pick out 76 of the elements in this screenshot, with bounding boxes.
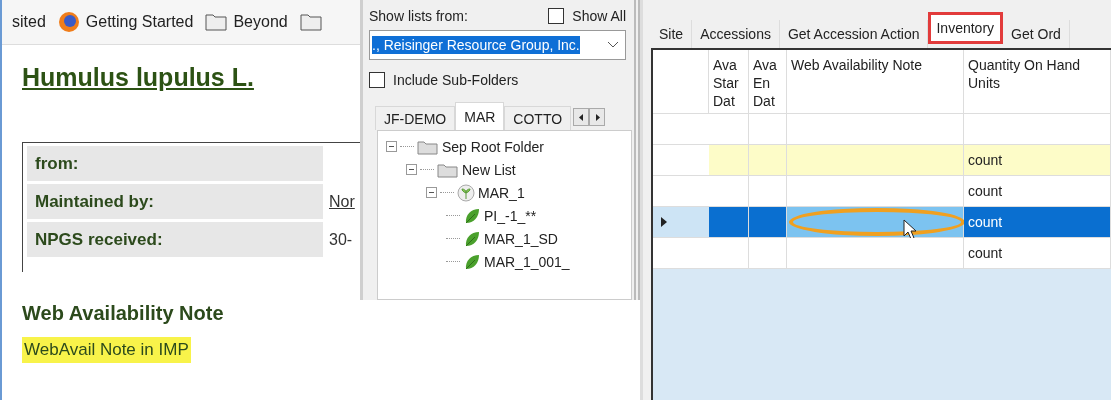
table-cell[interactable] xyxy=(749,238,787,269)
table-cell[interactable] xyxy=(749,114,787,145)
highlighted-note: WebAvail Note in IMP xyxy=(22,337,191,363)
leaf-icon xyxy=(463,229,481,248)
table-cell[interactable] xyxy=(749,145,787,176)
plant-title-link[interactable]: Humulus lupulus L. xyxy=(22,63,254,92)
owner-dropdown[interactable]: ., Reisinger Resource Group, Inc. xyxy=(369,30,626,60)
tree-item[interactable]: Sep Root Folder xyxy=(442,138,544,155)
grid-tab[interactable]: Inventory xyxy=(928,12,1004,44)
table-cell[interactable]: count xyxy=(964,176,1111,207)
tree-item[interactable]: PI_-1_** xyxy=(484,207,537,224)
triangle-left-icon xyxy=(578,113,584,121)
column-header[interactable]: Quantity On Hand Units xyxy=(964,50,1111,114)
checkbox-label: Show All xyxy=(572,8,626,24)
list-tab[interactable]: MAR xyxy=(455,102,505,130)
collapse-toggle[interactable] xyxy=(406,164,417,175)
bookmark-link[interactable]: sited xyxy=(12,13,46,31)
dropdown-value: ., Reisinger Resource Group, Inc. xyxy=(372,36,580,54)
folder-icon xyxy=(417,138,439,155)
leaf-icon xyxy=(463,252,481,271)
table-cell[interactable] xyxy=(709,176,749,207)
current-row-icon xyxy=(661,217,667,227)
subfolders-checkbox[interactable] xyxy=(369,72,385,88)
field-label: Maintained by: xyxy=(27,184,323,219)
table-cell[interactable] xyxy=(709,114,749,145)
checkbox-label: Include Sub-Folders xyxy=(393,72,519,88)
table-cell[interactable]: count xyxy=(964,238,1111,269)
table-cell[interactable] xyxy=(749,207,787,238)
collapse-toggle[interactable] xyxy=(386,141,397,152)
table-cell[interactable] xyxy=(749,176,787,207)
show-all-checkbox[interactable] xyxy=(548,8,565,24)
table-cell[interactable] xyxy=(709,207,749,238)
corner-header xyxy=(653,50,709,114)
sprout-icon xyxy=(457,183,475,202)
table-cell[interactable] xyxy=(709,238,749,269)
field-label: from: xyxy=(27,146,323,181)
mouse-pointer-icon xyxy=(903,219,917,241)
tree-item[interactable]: MAR_1_001_ xyxy=(484,253,570,270)
table-cell[interactable] xyxy=(787,238,964,269)
minus-icon xyxy=(388,143,395,150)
field-value: 30- xyxy=(329,230,353,249)
column-header[interactable]: Web Availability Note xyxy=(787,50,964,114)
scroll-left-button[interactable] xyxy=(573,108,590,126)
minus-icon xyxy=(428,189,435,196)
collapse-toggle[interactable] xyxy=(426,187,437,198)
minus-icon xyxy=(408,166,415,173)
leaf-icon xyxy=(463,206,481,225)
table-cell[interactable]: count xyxy=(964,145,1111,176)
show-lists-label: Show lists from: xyxy=(369,8,468,24)
table-cell[interactable] xyxy=(964,114,1111,145)
bookmark-link[interactable]: Getting Started xyxy=(85,13,194,31)
list-tab[interactable]: JF-DEMO xyxy=(375,106,456,130)
field-label: NPGS received: xyxy=(27,222,323,257)
row-header[interactable] xyxy=(653,145,709,176)
section-heading: Web Availability Note xyxy=(22,302,225,325)
column-header[interactable]: Ava En Dat xyxy=(749,50,787,114)
triangle-right-icon xyxy=(594,113,600,121)
table-cell[interactable]: count xyxy=(964,207,1111,238)
column-header[interactable]: Ava Star Dat xyxy=(709,50,749,114)
tree-item[interactable]: MAR_1 xyxy=(478,184,525,201)
field-link[interactable]: Nor xyxy=(329,192,355,211)
folder-icon[interactable] xyxy=(205,13,228,31)
folder-icon xyxy=(437,161,459,178)
table-cell[interactable] xyxy=(787,145,964,176)
list-tab[interactable]: COTTO xyxy=(504,106,572,130)
folder-icon[interactable] xyxy=(299,13,322,31)
table-cell[interactable] xyxy=(787,176,964,207)
table-cell[interactable] xyxy=(787,114,964,145)
browser-logo-icon xyxy=(57,11,80,33)
scroll-right-button[interactable] xyxy=(589,108,606,126)
chevron-down-icon xyxy=(607,41,619,49)
tree-item[interactable]: New List xyxy=(462,161,516,178)
bookmark-link[interactable]: Beyond xyxy=(233,13,288,31)
tree-item[interactable]: MAR_1_SD xyxy=(484,230,558,247)
table-cell[interactable] xyxy=(709,145,749,176)
row-header[interactable] xyxy=(653,114,709,145)
